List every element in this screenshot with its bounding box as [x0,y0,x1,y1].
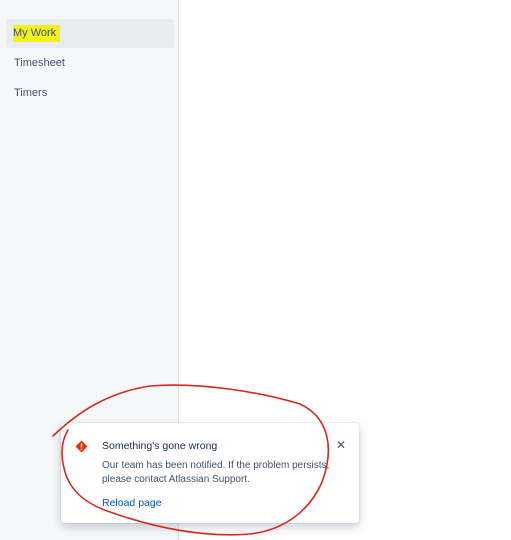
sidebar-item-timesheet[interactable]: Timesheet [6,49,174,78]
close-icon[interactable]: ✕ [336,439,346,451]
warning-icon [75,440,88,453]
flag-message: Our team has been notified. If the probl… [102,460,330,485]
sidebar-item-my-work[interactable]: My Work [6,19,174,48]
sidebar-item-label: Timesheet [14,57,65,69]
sidebar-item-label: Timers [14,87,48,99]
sidebar-item-label: My Work [13,25,61,42]
sidebar-item-timers[interactable]: Timers [6,79,174,108]
error-flag: Something's gone wrong ✕ Our team has be… [61,423,359,523]
reload-page-link[interactable]: Reload page [102,497,162,509]
flag-title: Something's gone wrong [102,440,218,452]
